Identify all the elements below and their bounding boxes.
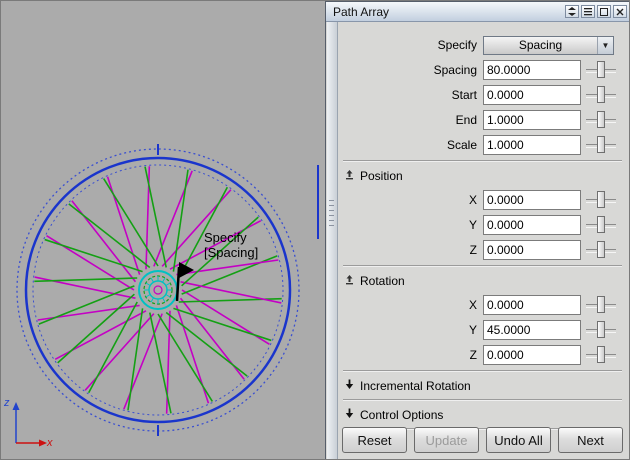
maximize-icon[interactable] [597,5,611,18]
scale-slider[interactable] [584,135,618,155]
position-z-slider[interactable] [584,240,618,260]
separator [343,399,622,401]
position-section-header[interactable]: Position [342,166,623,185]
position-y-slider[interactable] [584,215,618,235]
end-value: 1.0000 [487,113,524,127]
scale-input[interactable]: 1.0000 [483,135,581,155]
position-y-label: Y [468,218,477,232]
start-input[interactable]: 0.0000 [483,85,581,105]
chevron-down-icon: ▼ [597,36,613,54]
slider-thumb[interactable] [597,86,605,103]
position-z-label: Z [469,243,477,257]
start-label: Start [451,88,477,102]
spacing-label: Spacing [433,63,477,77]
z-axis-label: z [4,397,10,409]
position-z-input[interactable]: 0.0000 [483,240,581,260]
position-expander-icon[interactable] [345,169,354,183]
undo-all-button[interactable]: Undo All [486,427,551,453]
start-value: 0.0000 [487,88,524,102]
rotation-x-input[interactable]: 0.0000 [483,295,581,315]
rotation-z-slider[interactable] [584,345,618,365]
slider-thumb[interactable] [597,346,605,363]
rotation-y-slider[interactable] [584,320,618,340]
panel-titlebar[interactable]: Path Array [326,2,629,22]
incremental-rotation-label: Incremental Rotation [360,378,471,393]
position-y-value: 0.0000 [487,218,524,232]
titlebar-icons [565,5,627,18]
spacing-slider[interactable] [584,60,618,80]
end-input[interactable]: 1.0000 [483,110,581,130]
slider-thumb[interactable] [597,321,605,338]
slider-thumb[interactable] [597,216,605,233]
reset-button[interactable]: Reset [342,427,407,453]
rotation-x-value: 0.0000 [487,298,524,312]
menu-icon[interactable] [581,5,595,18]
next-button[interactable]: Next [558,427,623,453]
end-slider[interactable] [584,110,618,130]
rotation-x-slider[interactable] [584,295,618,315]
panel-title: Path Array [333,4,390,19]
x-axis-label: x [47,437,53,449]
position-x-label: X [468,193,477,207]
separator [343,370,622,372]
control-options-label: Control Options [360,407,444,422]
scale-value: 1.0000 [487,138,524,152]
position-x-input[interactable]: 0.0000 [483,190,581,210]
collapsed-arrow-icon[interactable] [345,379,354,393]
scale-label: Scale [446,138,477,152]
collapsed-arrow-icon[interactable] [345,408,354,422]
position-x-slider[interactable] [584,190,618,210]
spacing-value: 80.0000 [487,63,531,77]
specify-dropdown[interactable]: Spacing ▼ [483,35,614,55]
rotation-section-header[interactable]: Rotation [342,271,623,290]
position-y-input[interactable]: 0.0000 [483,215,581,235]
rotation-z-label: Z [469,348,477,362]
rotation-expander-icon[interactable] [345,274,354,288]
spacing-input[interactable]: 80.0000 [483,60,581,80]
start-slider[interactable] [584,85,618,105]
annotation-line-1: Specify [204,230,247,245]
incremental-rotation-section[interactable]: Incremental Rotation [342,376,623,395]
separator [343,160,622,162]
control-options-section[interactable]: Control Options [342,405,623,424]
panel-content: Specify Spacing ▼ Spacing 80.0000 Start … [342,22,623,430]
specify-label: Specify [437,38,477,52]
rotation-y-label: Y [468,323,477,337]
end-label: End [455,113,477,127]
path-array-panel: Path Array Specify Spacing ▼ Spacing 80.… [325,1,629,459]
annotation-line-2: [Spacing] [204,245,259,260]
update-button[interactable]: Update [414,427,479,453]
position-x-value: 0.0000 [487,193,524,207]
rotation-y-value: 45.0000 [487,323,531,337]
rotation-section-title: Rotation [360,273,405,288]
slider-thumb[interactable] [597,136,605,153]
slider-thumb[interactable] [597,296,605,313]
rotation-z-value: 0.0000 [487,348,524,362]
slider-thumb[interactable] [597,111,605,128]
rotation-y-input[interactable]: 45.0000 [483,320,581,340]
specify-value: Spacing [518,38,563,52]
separator [343,265,622,267]
rotation-z-input[interactable]: 0.0000 [483,345,581,365]
close-icon[interactable] [613,5,627,18]
command-prompt-annotation: Specify [Spacing] [204,230,258,260]
slider-thumb[interactable] [597,241,605,258]
app-window: Specify [Spacing] z x Path Array Specify… [0,0,630,460]
position-z-value: 0.0000 [487,243,524,257]
splitter-grip-icon[interactable] [329,200,334,226]
panel-splitter[interactable] [327,22,338,459]
button-row: Reset Update Undo All Next [342,427,623,453]
shade-updown-icon[interactable] [565,5,579,18]
position-section-title: Position [360,168,403,183]
slider-thumb[interactable] [597,61,605,78]
rotation-x-label: X [468,298,477,312]
slider-thumb[interactable] [597,191,605,208]
